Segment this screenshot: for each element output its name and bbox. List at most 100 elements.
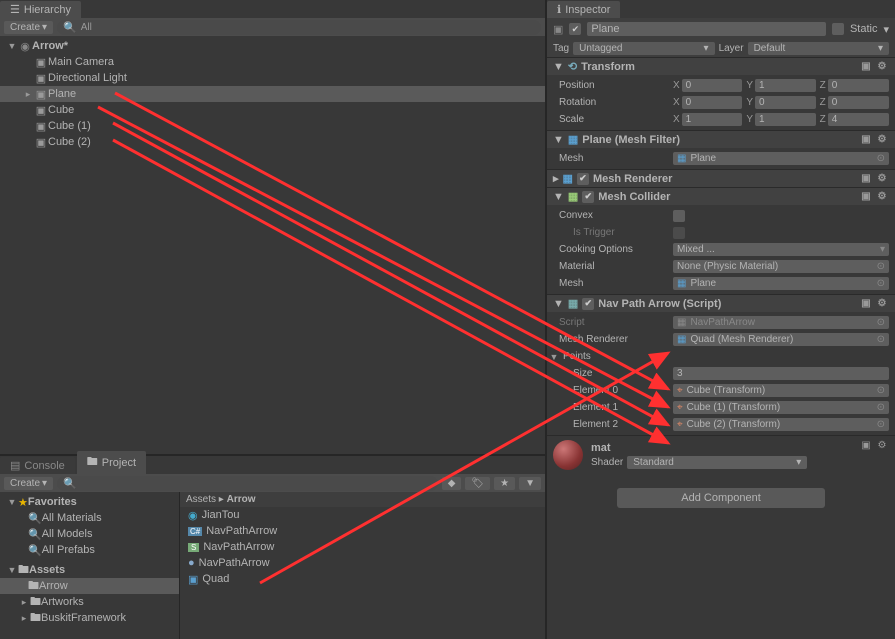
element-1-field[interactable]: ⌖Cube (1) (Transform)⊙ xyxy=(673,401,889,414)
pos-x-input[interactable]: 0 xyxy=(682,79,743,92)
gear-icon[interactable]: ⚙ xyxy=(875,440,889,451)
pos-y-input[interactable]: 1 xyxy=(755,79,816,92)
gameobject-row-cube1[interactable]: ▣Cube (1) xyxy=(0,118,545,134)
folder-item-arrow[interactable]: 🖿Arrow xyxy=(0,578,179,594)
favorite-label: All Materials xyxy=(42,512,102,524)
help-icon[interactable]: ▣ xyxy=(859,191,873,202)
favorite-item[interactable]: 🔍All Models xyxy=(0,526,179,542)
layer-dropdown[interactable]: Default▾ xyxy=(748,42,889,55)
filter-type-button[interactable]: 🏷 xyxy=(465,477,490,490)
rot-z-input[interactable]: 0 xyxy=(828,96,889,109)
help-icon[interactable]: ▣ xyxy=(859,440,873,451)
foldout-open-icon[interactable]: ▼ xyxy=(6,41,18,51)
gameobject-row-cube2[interactable]: ▣Cube (2) xyxy=(0,134,545,150)
favorites-header[interactable]: ▼★Favorites xyxy=(0,494,179,510)
favorite-item[interactable]: 🔍All Prefabs xyxy=(0,542,179,558)
inspector-tab[interactable]: ℹ Inspector xyxy=(547,1,620,18)
favorite-item[interactable]: 🔍All Materials xyxy=(0,510,179,526)
component-header[interactable]: ▼ ▦ Mesh Collider ▣⚙ xyxy=(547,188,895,205)
breadcrumb-item[interactable]: Assets xyxy=(186,494,216,505)
gameobject-row-plane[interactable]: ▸▣Plane xyxy=(0,86,545,102)
project-search[interactable]: 🔍 xyxy=(57,476,438,491)
help-icon[interactable]: ▣ xyxy=(859,61,873,72)
component-header[interactable]: ▸ ▦ Mesh Renderer ▣⚙ xyxy=(547,170,895,187)
gameobject-row[interactable]: ▣Directional Light xyxy=(0,70,545,86)
favorite-button[interactable]: ★ xyxy=(494,477,515,490)
asset-item[interactable]: SNavPathArrow xyxy=(180,539,545,555)
object-picker-icon[interactable]: ⊙ xyxy=(877,261,885,272)
shader-dropdown[interactable]: Standard▾ xyxy=(627,456,807,469)
help-icon[interactable]: ▣ xyxy=(859,173,873,184)
gear-icon[interactable]: ⚙ xyxy=(875,191,889,202)
asset-item[interactable]: ◉JianTou xyxy=(180,507,545,523)
foldout-open-icon: ▼ xyxy=(553,191,564,203)
name-input[interactable]: Plane xyxy=(587,22,826,36)
foldout-closed-icon[interactable]: ▸ xyxy=(22,89,34,100)
enabled-checkbox[interactable] xyxy=(582,298,594,310)
gear-icon[interactable]: ⚙ xyxy=(875,173,889,184)
prop-label: Element 2 xyxy=(559,419,669,430)
gameobject-row[interactable]: ▣Main Camera xyxy=(0,54,545,70)
pos-z-input[interactable]: 0 xyxy=(828,79,889,92)
scl-y-input[interactable]: 1 xyxy=(755,113,816,126)
object-picker-icon[interactable]: ⊙ xyxy=(877,402,885,413)
console-tab[interactable]: ▤Console xyxy=(0,457,75,474)
folder-label: Arrow xyxy=(39,580,68,592)
enabled-checkbox[interactable] xyxy=(569,23,581,35)
prop-label: Mesh xyxy=(559,278,669,289)
phys-material-field[interactable]: None (Physic Material)⊙ xyxy=(673,260,889,273)
object-picker-icon[interactable]: ⊙ xyxy=(877,278,885,289)
object-picker-icon[interactable]: ⊙ xyxy=(877,385,885,396)
object-picker-icon[interactable]: ⊙ xyxy=(877,153,885,164)
static-checkbox[interactable] xyxy=(832,23,844,35)
object-picker-icon[interactable]: ⊙ xyxy=(877,334,885,345)
create-button[interactable]: Create ▾ xyxy=(4,21,53,34)
save-button[interactable]: ▼ xyxy=(519,477,541,490)
element-2-field[interactable]: ⌖Cube (2) (Transform)⊙ xyxy=(673,418,889,431)
enabled-checkbox[interactable] xyxy=(577,173,589,185)
cooking-dropdown[interactable]: Mixed ...▾ xyxy=(673,243,889,256)
chevron-down-icon[interactable]: ▾ xyxy=(883,23,889,36)
asset-item[interactable]: ●NavPathArrow xyxy=(180,555,545,571)
object-value: Cube (2) (Transform) xyxy=(687,419,781,430)
help-icon[interactable]: ▣ xyxy=(859,134,873,145)
element-0-field[interactable]: ⌖Cube (Transform)⊙ xyxy=(673,384,889,397)
asset-item[interactable]: C#NavPathArrow xyxy=(180,523,545,539)
add-component-button[interactable]: Add Component xyxy=(617,488,825,508)
asset-item-quad[interactable]: ▣Quad xyxy=(180,571,545,587)
filter-asset-button[interactable]: ◆ xyxy=(442,477,462,490)
folder-item[interactable]: ▸🖿BuskitFramework xyxy=(0,610,179,626)
gear-icon[interactable]: ⚙ xyxy=(875,134,889,145)
collider-mesh-field[interactable]: ▦Plane⊙ xyxy=(673,277,889,290)
scl-x-input[interactable]: 1 xyxy=(682,113,743,126)
project-search-input[interactable] xyxy=(81,478,432,489)
object-picker-icon[interactable]: ⊙ xyxy=(877,419,885,430)
rot-x-input[interactable]: 0 xyxy=(682,96,743,109)
enabled-checkbox[interactable] xyxy=(582,191,594,203)
help-icon[interactable]: ▣ xyxy=(859,298,873,309)
rot-y-input[interactable]: 0 xyxy=(755,96,816,109)
prop-label: Element 1 xyxy=(559,402,669,413)
project-tab[interactable]: 🖿Project xyxy=(77,451,146,474)
search-input[interactable] xyxy=(96,22,535,33)
gear-icon[interactable]: ⚙ xyxy=(875,61,889,72)
folder-item[interactable]: ▸🖿Artworks xyxy=(0,594,179,610)
mesh-renderer-field[interactable]: ▦Quad (Mesh Renderer)⊙ xyxy=(673,333,889,346)
mesh-object-field[interactable]: ▦Plane⊙ xyxy=(673,152,889,165)
project-create-button[interactable]: Create▾ xyxy=(4,477,53,490)
convex-checkbox[interactable] xyxy=(673,210,685,222)
scene-row[interactable]: ▼ ◉ Arrow* xyxy=(0,38,545,54)
assets-header[interactable]: ▼🖿Assets xyxy=(0,562,179,578)
size-input[interactable]: 3 xyxy=(673,367,889,380)
scl-z-input[interactable]: 4 xyxy=(828,113,889,126)
component-header[interactable]: ▼ ▦ Nav Path Arrow (Script) ▣⚙ xyxy=(547,295,895,312)
gameobject-row-cube[interactable]: ▣Cube xyxy=(0,102,545,118)
component-header[interactable]: ▼ ▦ Plane (Mesh Filter) ▣⚙ xyxy=(547,131,895,148)
tag-dropdown[interactable]: Untagged▾ xyxy=(573,42,714,55)
component-header[interactable]: ▼ ⟲ Transform ▣⚙ xyxy=(547,58,895,75)
foldout-open-icon[interactable]: ▼ xyxy=(549,352,559,362)
search-field[interactable]: 🔍 All xyxy=(57,20,541,35)
hierarchy-tab[interactable]: ☰ Hierarchy xyxy=(0,1,81,18)
gear-icon[interactable]: ⚙ xyxy=(875,298,889,309)
breadcrumb-item[interactable]: Arrow xyxy=(227,494,256,505)
